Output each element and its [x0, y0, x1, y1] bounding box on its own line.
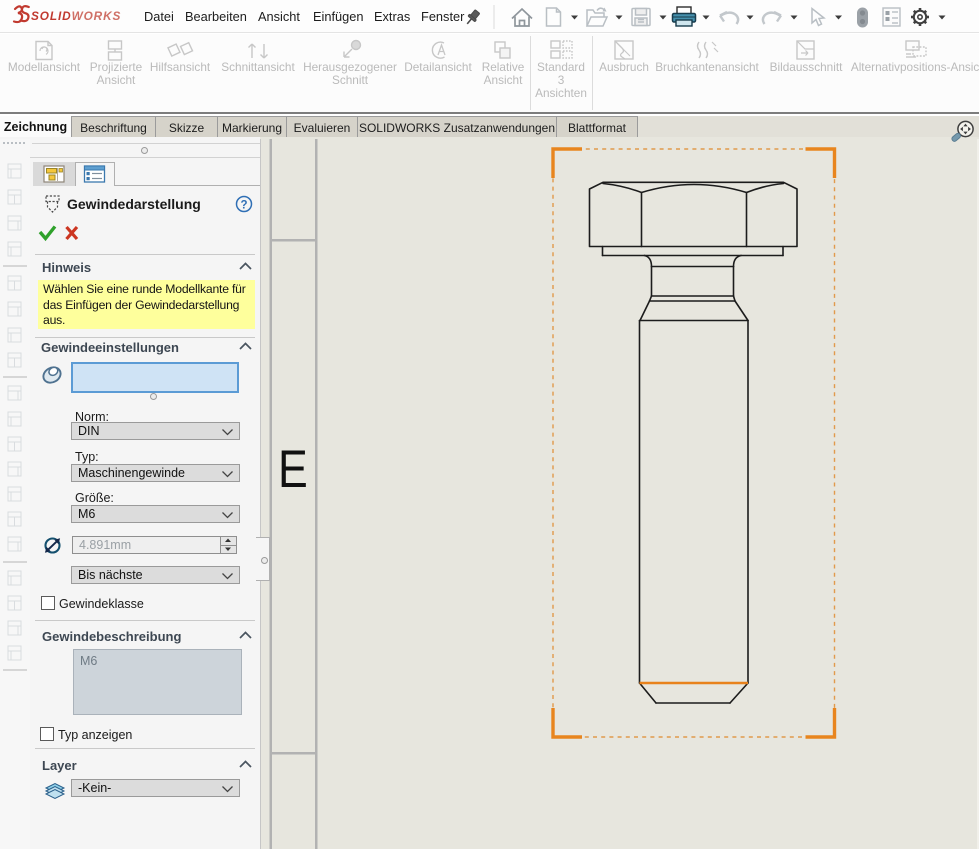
svg-text:?: ? [240, 200, 247, 212]
svg-text:E: E [278, 441, 308, 499]
